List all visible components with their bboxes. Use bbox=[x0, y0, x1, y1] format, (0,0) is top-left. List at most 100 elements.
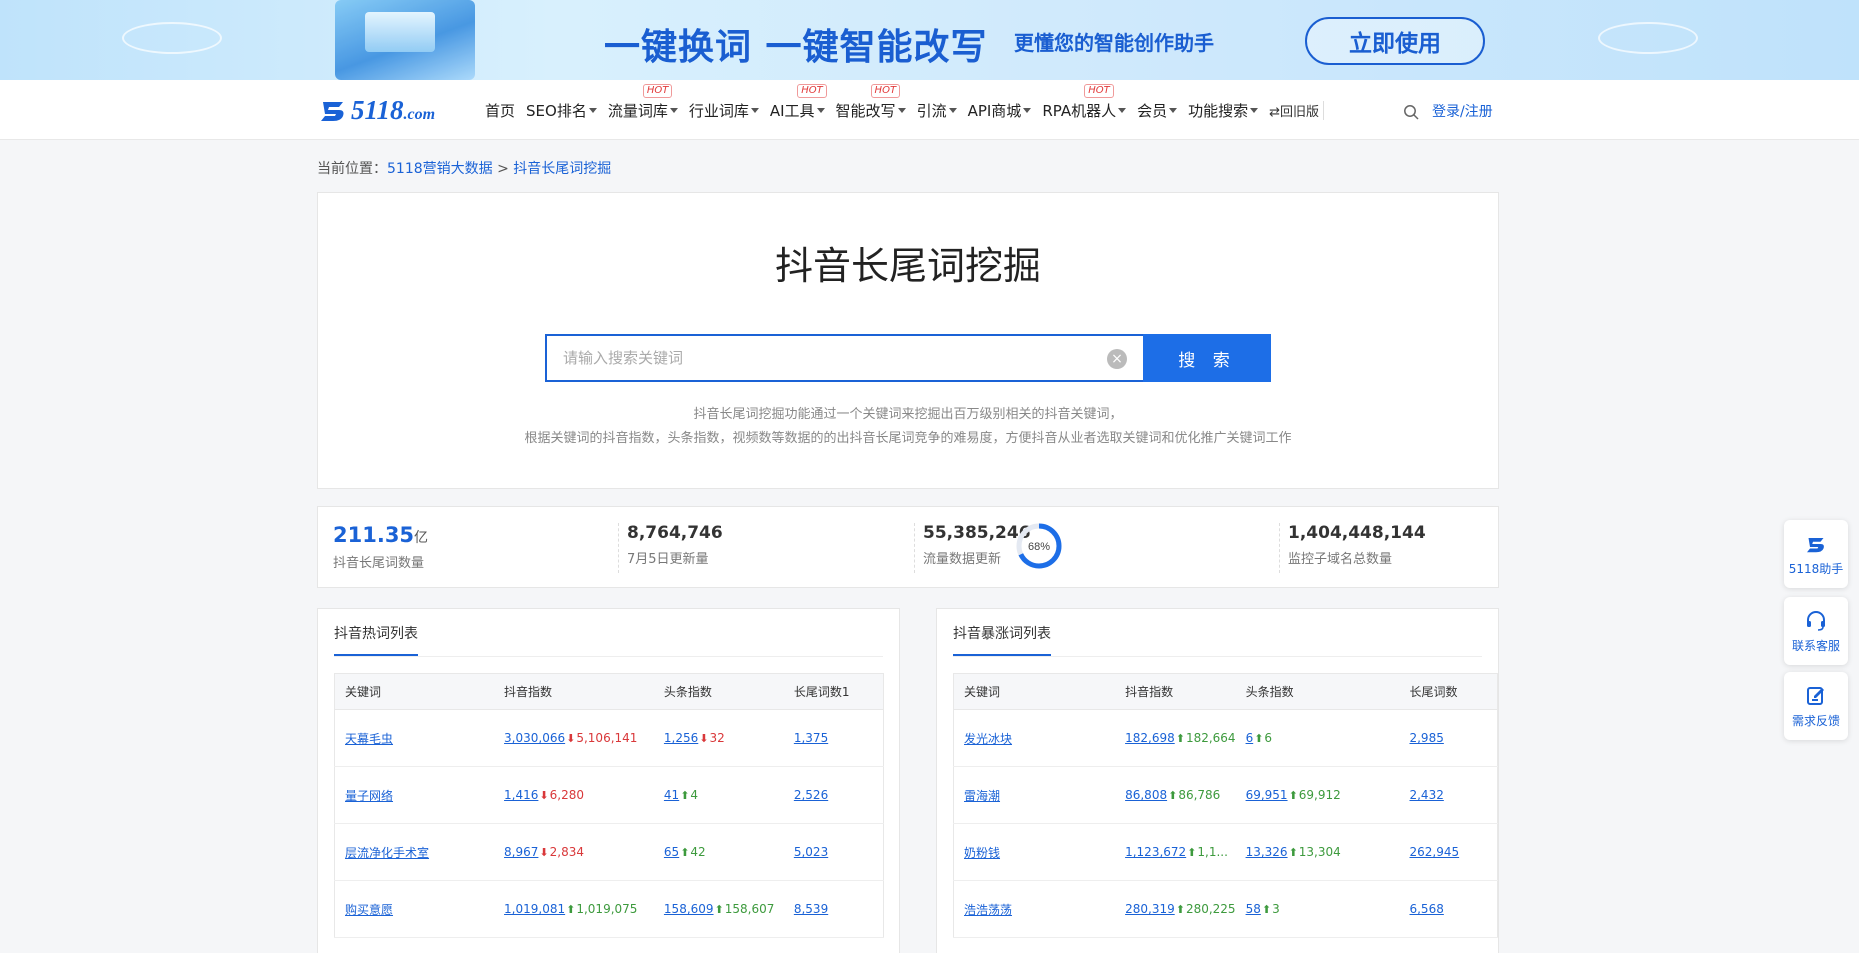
keyword-cell: 购买意愿 bbox=[334, 880, 495, 938]
toutiao-index-link[interactable]: 6 bbox=[1246, 731, 1254, 745]
toutiao-index-link[interactable]: 158,609 bbox=[664, 902, 714, 916]
longtail-count-link[interactable]: 262,945 bbox=[1409, 845, 1459, 859]
nav-item-industry-words[interactable]: 行业词库 bbox=[689, 100, 759, 121]
search-icon[interactable] bbox=[1403, 104, 1419, 120]
column-header: 抖音指数 bbox=[1115, 673, 1236, 710]
table-header-row: 关键词 抖音指数 头条指数 长尾词数1 bbox=[334, 673, 884, 710]
table-row: 购买意愿 1,019,081⬆1,019,075 158,609⬆158,607 8,… bbox=[334, 880, 884, 938]
toutiao-index-cell: 13,326⬆13,304 bbox=[1235, 823, 1400, 881]
toutiao-index-link[interactable]: 65 bbox=[664, 845, 679, 859]
stat-label: 流量数据更新 bbox=[923, 552, 1002, 567]
douyin-index-link[interactable]: 1,123,672 bbox=[1125, 845, 1186, 859]
column-header: 长尾词数 bbox=[1399, 673, 1499, 710]
douyin-index-link[interactable]: 3,030,066 bbox=[504, 731, 565, 745]
stat-total-words: 211.35亿 抖音长尾词数量 bbox=[333, 523, 428, 571]
trend-delta: 42 bbox=[690, 845, 706, 859]
search-input-wrap: × bbox=[545, 334, 1143, 382]
divider bbox=[618, 523, 619, 573]
keyword-link[interactable]: 发光冰块 bbox=[964, 732, 1012, 746]
keyword-cell: 雷海潮 bbox=[953, 766, 1116, 824]
douyin-index-link[interactable]: 1,019,081 bbox=[504, 902, 565, 916]
keyword-link[interactable]: 浩浩荡荡 bbox=[964, 903, 1012, 917]
nav-item-home[interactable]: 首页 bbox=[485, 100, 515, 121]
breadcrumb-home-link[interactable]: 5118营销大数据 bbox=[387, 161, 493, 177]
douyin-index-link[interactable]: 8,967 bbox=[504, 845, 538, 859]
assistant-button[interactable]: 5118助手 bbox=[1784, 520, 1848, 588]
toutiao-index-link[interactable]: 69,951 bbox=[1246, 788, 1288, 802]
longtail-count-cell: 6,568 bbox=[1399, 880, 1499, 938]
nav-item-ai-tools[interactable]: HOT AI工具 bbox=[770, 83, 827, 121]
keyword-link[interactable]: 量子网络 bbox=[345, 789, 393, 803]
divider bbox=[953, 656, 1482, 657]
longtail-count-link[interactable]: 6,568 bbox=[1409, 902, 1443, 916]
breadcrumb-current[interactable]: 抖音长尾词挖掘 bbox=[513, 161, 611, 177]
nav-item-api-store[interactable]: API商城 bbox=[968, 100, 1032, 121]
caret-down-icon bbox=[1118, 107, 1127, 113]
search-input[interactable] bbox=[547, 336, 1143, 380]
longtail-count-link[interactable]: 5,023 bbox=[794, 845, 828, 859]
nav-item-feature-search[interactable]: 功能搜索 bbox=[1188, 100, 1259, 121]
keyword-link[interactable]: 购买意愿 bbox=[345, 903, 393, 917]
stats-bar: 211.35亿 抖音长尾词数量 8,764,746 7月5日更新量 55,385… bbox=[317, 506, 1499, 588]
stat-label: 监控子域名总数量 bbox=[1288, 552, 1393, 567]
divider bbox=[1279, 523, 1280, 573]
stat-traffic-update: 55,385,246 流量数据更新 bbox=[923, 523, 1031, 567]
trend-up-icon: ⬆ bbox=[1168, 789, 1178, 802]
top-nav: 5118.com 首页 SEO排名 HOT 流量词库 行业词库 HOT AI工具 H… bbox=[0, 80, 1859, 140]
site-logo[interactable]: 5118.com bbox=[317, 94, 435, 126]
banner-illustration bbox=[335, 0, 475, 80]
trend-up-icon: ⬆ bbox=[566, 903, 576, 916]
douyin-index-cell: 1,123,672⬆1,1... bbox=[1115, 823, 1236, 881]
douyin-index-link[interactable]: 1,416 bbox=[504, 788, 538, 802]
nav-item-traffic[interactable]: 引流 bbox=[917, 100, 957, 121]
longtail-count-link[interactable]: 8,539 bbox=[794, 902, 828, 916]
keyword-link[interactable]: 层流净化手术室 bbox=[345, 846, 429, 860]
longtail-count-link[interactable]: 1,375 bbox=[794, 731, 828, 745]
douyin-index-link[interactable]: 182,698 bbox=[1125, 731, 1175, 745]
douyin-index-link[interactable]: 280,319 bbox=[1125, 902, 1175, 916]
nav-item-rpa[interactable]: HOT RPA机器人 bbox=[1042, 83, 1127, 121]
keyword-link[interactable]: 奶粉钱 bbox=[964, 846, 1000, 860]
longtail-count-link[interactable]: 2,985 bbox=[1409, 731, 1443, 745]
customer-service-button[interactable]: 联系客服 bbox=[1784, 597, 1848, 665]
longtail-count-link[interactable]: 2,526 bbox=[794, 788, 828, 802]
breadcrumb: 当前位置：5118营销大数据 > 抖音长尾词挖掘 bbox=[317, 158, 611, 178]
toutiao-index-cell: 65⬆42 bbox=[653, 823, 784, 881]
hot-badge: HOT bbox=[797, 83, 827, 98]
toutiao-index-link[interactable]: 41 bbox=[664, 788, 679, 802]
column-header: 关键词 bbox=[953, 673, 1116, 710]
trend-delta: 280,225 bbox=[1185, 902, 1236, 916]
toutiao-index-cell: 6⬆6 bbox=[1235, 709, 1400, 767]
trend-down-icon: ⬇ bbox=[699, 732, 709, 745]
douyin-index-link[interactable]: 86,808 bbox=[1125, 788, 1167, 802]
table-header-row: 关键词 抖音指数 头条指数 长尾词数 bbox=[953, 673, 1499, 710]
toutiao-index-link[interactable]: 1,256 bbox=[664, 731, 698, 745]
nav-item-member[interactable]: 会员 bbox=[1137, 100, 1178, 121]
nav-item-seo[interactable]: SEO排名 bbox=[526, 100, 597, 121]
old-version-link[interactable]: ⇄回旧版 bbox=[1269, 100, 1325, 120]
banner-cta-button[interactable]: 立即使用 bbox=[1305, 17, 1485, 65]
toutiao-index-link[interactable]: 13,326 bbox=[1246, 845, 1288, 859]
search-button[interactable]: 搜 索 bbox=[1143, 334, 1271, 382]
hot-badge: HOT bbox=[642, 83, 673, 98]
toutiao-index-link[interactable]: 58 bbox=[1246, 902, 1261, 916]
table-row: 发光冰块 182,698⬆182,664 6⬆6 2,985 bbox=[953, 709, 1499, 767]
longtail-count-cell: 1,375 bbox=[783, 709, 884, 767]
trend-up-icon: ⬆ bbox=[1175, 732, 1185, 745]
login-register-link[interactable]: 登录/注册 bbox=[1432, 101, 1493, 121]
longtail-count-link[interactable]: 2,432 bbox=[1409, 788, 1443, 802]
trend-delta: 3 bbox=[1272, 902, 1280, 916]
table-row: 量子网络 1,416⬇6,280 41⬆4 2,526 bbox=[334, 766, 884, 824]
nav-item-smart-rewrite[interactable]: HOT 智能改写 bbox=[836, 83, 906, 121]
promo-banner[interactable]: 一键换词 一键智能改写 更懂您的智能创作助手 立即使用 bbox=[0, 0, 1859, 80]
description-line: 根据关键词的抖音指数，头条指数，视频数等数据的的出抖音长尾词竞争的难易度，方便抖… bbox=[524, 431, 1292, 446]
tab-underline bbox=[953, 654, 1051, 656]
feedback-button[interactable]: 需求反馈 bbox=[1784, 672, 1848, 740]
nav-item-traffic-words[interactable]: HOT 流量词库 bbox=[608, 83, 678, 121]
trend-delta: 182,664 bbox=[1185, 731, 1236, 745]
keyword-link[interactable]: 天幕毛虫 bbox=[345, 732, 393, 746]
trend-up-icon: ⬆ bbox=[1254, 732, 1264, 745]
description-line: 抖音长尾词挖掘功能通过一个关键词来挖掘出百万级别相关的抖音关键词， bbox=[693, 407, 1123, 422]
keyword-link[interactable]: 雷海潮 bbox=[964, 789, 1000, 803]
clear-icon[interactable]: × bbox=[1107, 349, 1127, 369]
